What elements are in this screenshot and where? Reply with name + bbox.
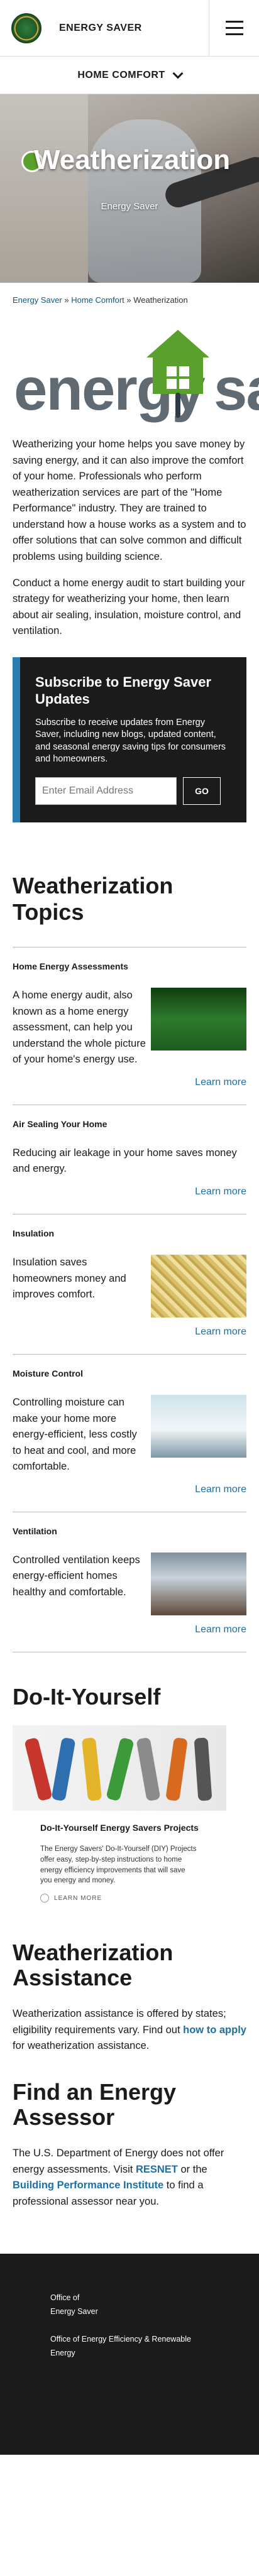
topic-thumbnail-image[interactable] <box>151 1254 246 1318</box>
topic-thumbnail-image[interactable] <box>151 988 246 1051</box>
topic-title[interactable]: Insulation <box>13 1228 246 1238</box>
topic-thumbnail-image[interactable] <box>151 1394 246 1458</box>
breadcrumb-separator: » <box>64 295 69 305</box>
topic-item-insulation: Insulation Insulation saves homeowners m… <box>13 1213 246 1354</box>
intro-text: Weatherizing your home helps you save mo… <box>0 430 259 640</box>
find-assessor-section: Find an Energy Assessor The U.S. Departm… <box>0 2055 259 2210</box>
doe-seal-logo[interactable] <box>11 13 41 43</box>
topic-item-moisture-control: Moisture Control Controlling moisture ca… <box>13 1353 246 1512</box>
hamburger-icon-line <box>225 33 243 35</box>
bpi-link[interactable]: Building Performance Institute <box>13 2180 163 2191</box>
topic-title[interactable]: Moisture Control <box>13 1368 246 1378</box>
hero-subtitle: Energy Saver <box>101 201 158 212</box>
section-nav-toggle[interactable]: HOME COMFORT <box>0 57 259 94</box>
breadcrumb-current: Weatherization <box>133 295 188 305</box>
diy-card[interactable]: Do-It-Yourself Energy Savers Projects Th… <box>13 1725 226 1903</box>
topic-title[interactable]: Air Sealing Your Home <box>13 1119 246 1129</box>
topic-item-home-energy-assessments: Home Energy Assessments A home energy au… <box>13 947 246 1105</box>
diy-learn-more-link[interactable]: LEARN MORE <box>13 1886 226 1903</box>
email-field[interactable]: Enter Email Address <box>35 777 177 805</box>
energy-saver-logo: energy saver <box>0 317 259 430</box>
topic-description: Controlling moisture can make your home … <box>13 1396 137 1473</box>
resnet-link[interactable]: RESNET <box>136 2164 178 2175</box>
learn-more-link[interactable]: Learn more <box>13 1077 246 1088</box>
diy-heading: Do-It-Yourself <box>13 1683 161 1710</box>
hero-overlay <box>0 94 259 283</box>
footer-link-eere[interactable]: Office of Energy Efficiency & Renewable <box>50 2333 209 2347</box>
diy-card-title[interactable]: Do-It-Yourself Energy Savers Projects <box>13 1811 226 1845</box>
weatherization-assistance-section: Weatherization Assistance Weatherization… <box>0 1902 259 2055</box>
breadcrumb-link-energy-saver[interactable]: Energy Saver <box>13 295 62 305</box>
site-header: ENERGY SAVER <box>0 0 259 57</box>
learn-more-link[interactable]: Learn more <box>13 1326 246 1338</box>
learn-more-link[interactable]: Learn more <box>13 1624 246 1635</box>
intro-paragraph: Conduct a home energy audit to start bui… <box>13 577 245 637</box>
topic-title[interactable]: Home Energy Assessments <box>13 961 246 971</box>
logo-text-saver: saver <box>214 356 259 423</box>
footer-link-office[interactable]: Office of <box>50 2291 209 2305</box>
menu-button[interactable] <box>209 0 259 56</box>
topic-description: A home energy audit, also known as a hom… <box>13 990 146 1066</box>
topic-title[interactable]: Ventilation <box>13 1526 246 1536</box>
house-plug-icon <box>146 330 209 418</box>
topic-description: Reducing air leakage in your home saves … <box>13 1147 237 1175</box>
assistance-text: Weatherization assistance is offered by … <box>13 2008 246 2052</box>
site-footer: Office of Energy Saver Office of Energy … <box>0 2254 259 2455</box>
breadcrumb: Energy Saver » Home Comfort » Weatheriza… <box>0 283 259 317</box>
subscribe-go-button[interactable]: GO <box>183 777 221 805</box>
topics-heading: Weatherization Topics <box>13 873 174 925</box>
breadcrumb-link-home-comfort[interactable]: Home Comfort <box>71 295 124 305</box>
diy-card-text: The Energy Savers' Do-It-Yourself (DIY) … <box>40 1845 197 1885</box>
chevron-down-icon <box>172 68 184 79</box>
subscribe-box: Subscribe to Energy Saver Updates Subscr… <box>13 657 246 823</box>
breadcrumb-separator: » <box>126 295 131 305</box>
topic-description: Controlled ventilation keeps energy-effi… <box>13 1554 140 1598</box>
footer-link-energy[interactable]: Energy <box>50 2347 209 2360</box>
page-title: Weatherization <box>34 145 231 175</box>
assessor-text: The U.S. Department of Energy does not o… <box>13 2148 224 2207</box>
assessor-heading: Find an Energy Assessor <box>13 2078 177 2130</box>
topic-thumbnail-image[interactable] <box>151 1552 246 1615</box>
diy-tools-image <box>13 1725 226 1811</box>
assistance-heading: Weatherization Assistance <box>13 1940 174 1990</box>
subscribe-text: Subscribe to receive updates from Energy… <box>35 717 226 765</box>
topic-description: Insulation saves homeowners money and im… <box>13 1256 126 1301</box>
section-nav-label: HOME COMFORT <box>77 69 165 80</box>
intro-paragraph: Weatherizing your home helps you save mo… <box>13 439 246 562</box>
how-to-apply-link[interactable]: how to apply <box>183 2024 246 2036</box>
learn-more-link[interactable]: Learn more <box>13 1484 246 1495</box>
hamburger-icon-line <box>225 21 243 23</box>
site-name[interactable]: ENERGY SAVER <box>59 23 142 34</box>
subscribe-title: Subscribe to Energy Saver Updates <box>35 674 211 707</box>
learn-more-link[interactable]: Learn more <box>13 1186 246 1198</box>
footer-link-energy-saver[interactable]: Energy Saver <box>50 2305 209 2319</box>
hamburger-icon-line <box>225 27 243 29</box>
topic-item-air-sealing: Air Sealing Your Home Reducing air leaka… <box>13 1104 246 1214</box>
topic-item-ventilation: Ventilation Controlled ventilation keeps… <box>13 1511 246 1652</box>
arrow-circle-icon <box>40 1894 49 1903</box>
hero-banner: Weatherization Energy Saver <box>0 94 259 283</box>
diy-learn-more-label: LEARN MORE <box>54 1894 102 1902</box>
